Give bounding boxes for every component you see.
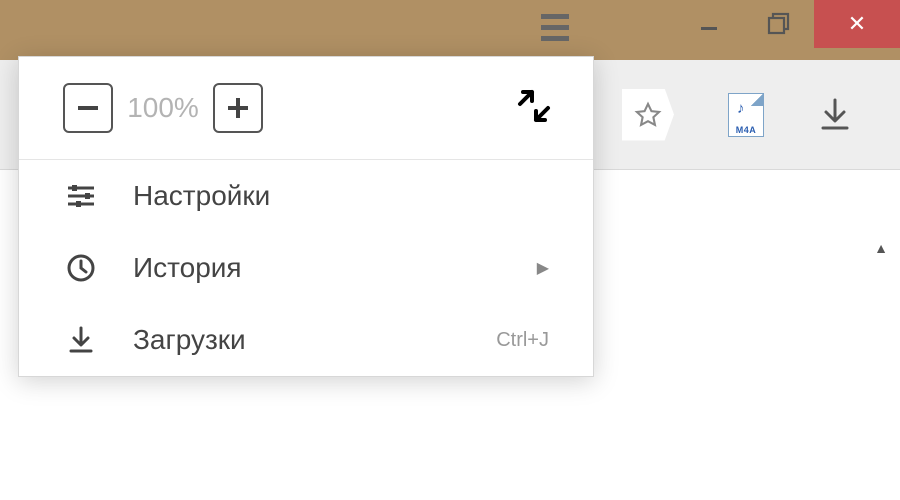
- minimize-icon: [698, 13, 720, 35]
- sliders-icon: [63, 180, 99, 212]
- menu-item-label: Загрузки: [133, 324, 246, 356]
- close-button[interactable]: ✕: [814, 0, 900, 48]
- menu-item-label: Настройки: [133, 180, 270, 212]
- zoom-out-button[interactable]: [63, 83, 113, 133]
- window-titlebar: ✕: [0, 0, 900, 60]
- chevron-right-icon: ▶: [537, 258, 549, 278]
- download-icon: [63, 324, 99, 356]
- bookmark-button[interactable]: [622, 89, 674, 141]
- maximize-icon: [766, 11, 792, 37]
- downloads-button[interactable]: [818, 97, 852, 133]
- menu-item-downloads[interactable]: Загрузки Ctrl+J: [19, 304, 593, 376]
- main-menu-button[interactable]: [535, 6, 575, 48]
- zoom-level-label: 100%: [113, 92, 213, 124]
- page-fold-icon: [751, 94, 763, 106]
- menu-item-label: История: [133, 252, 242, 284]
- star-icon: [634, 101, 662, 129]
- zoom-controls: 100%: [19, 57, 593, 160]
- menu-item-history[interactable]: История ▶: [19, 232, 593, 304]
- maximize-button[interactable]: [744, 0, 814, 48]
- m4a-label: M4A: [729, 125, 763, 135]
- shortcut-label: Ctrl+J: [496, 329, 549, 352]
- window-controls: ✕: [674, 0, 900, 48]
- fullscreen-button[interactable]: [515, 87, 563, 130]
- close-icon: ✕: [848, 11, 866, 37]
- main-menu-panel: 100% Настройки: [18, 56, 594, 377]
- scroll-up-arrow[interactable]: ▲: [874, 240, 888, 256]
- menu-item-settings[interactable]: Настройки: [19, 160, 593, 232]
- m4a-file-button[interactable]: ♪ M4A: [728, 93, 764, 137]
- minimize-button[interactable]: [674, 0, 744, 48]
- minus-icon: [73, 93, 103, 123]
- fullscreen-icon: [515, 87, 553, 125]
- clock-icon: [63, 252, 99, 284]
- music-note-icon: ♪: [737, 100, 745, 117]
- zoom-in-button[interactable]: [213, 83, 263, 133]
- download-icon: [818, 97, 852, 133]
- plus-icon: [223, 93, 253, 123]
